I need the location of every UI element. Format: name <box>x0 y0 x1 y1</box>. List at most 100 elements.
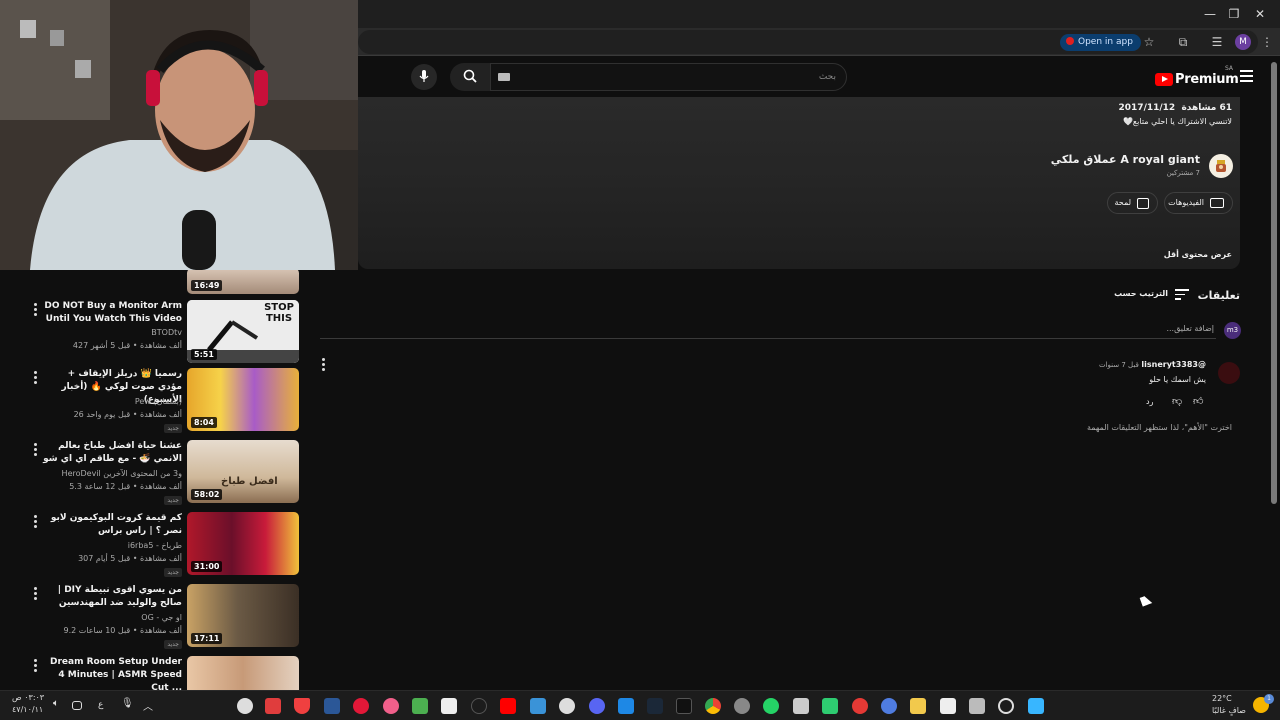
app-icon[interactable] <box>265 698 281 714</box>
volume-icon[interactable]: 🔈︎ <box>53 698 69 714</box>
app-icon[interactable] <box>294 698 310 714</box>
search-icon[interactable] <box>450 63 490 91</box>
tiktok-icon[interactable] <box>676 698 692 714</box>
more-options-icon[interactable] <box>34 443 38 458</box>
description-text: لاتنسي الاشتراك يا احلي متابع🤍 <box>1122 117 1232 126</box>
comments-notice: اخترت "الأهم"، لذا ستظهر التعليقات المهم… <box>1086 423 1232 432</box>
video-description[interactable] <box>358 97 1240 269</box>
file-explorer-icon[interactable] <box>910 698 926 714</box>
comment-input-underline <box>320 338 1216 339</box>
youtube-play-icon <box>1155 73 1173 86</box>
app-icon[interactable] <box>618 698 634 714</box>
weather-desc[interactable]: صافٍ غالبًا <box>1212 706 1246 715</box>
sidebar-video[interactable]: افضل طباخ 58:02 عشنا حياة افضل طباخ بعال… <box>0 440 310 508</box>
video-thumbnail[interactable]: 16:49 <box>187 268 299 294</box>
sidebar-video[interactable]: Dream Room Setup Under 4 Minutes | ASMR … <box>0 656 310 690</box>
bookmark-star-icon[interactable]: ☆ <box>1141 34 1157 50</box>
app-icon[interactable] <box>822 698 838 714</box>
extensions-icon[interactable]: ⧉ <box>1175 34 1191 50</box>
dislike-icon[interactable]: 👎︎ <box>1172 395 1182 407</box>
browser-menu-icon[interactable]: ⋮ <box>1259 34 1275 50</box>
weather-temp[interactable]: 22°C <box>1212 694 1232 703</box>
video-thumbnail[interactable]: افضل طباخ 58:02 <box>187 440 299 503</box>
reply-button[interactable]: رد <box>1146 397 1153 406</box>
minimize-icon[interactable]: — <box>1198 4 1222 24</box>
settings-icon[interactable] <box>559 698 575 714</box>
video-thumbnail[interactable]: 31:00 <box>187 512 299 575</box>
commenter-avatar[interactable] <box>1218 362 1240 384</box>
sort-button[interactable]: الترتيب حسب <box>1114 289 1168 298</box>
video-thumbnail[interactable]: STOP THIS 5:51 <box>187 300 299 363</box>
calculator-icon[interactable] <box>793 698 809 714</box>
person-box-icon <box>1137 198 1149 209</box>
more-options-icon[interactable] <box>34 587 38 602</box>
channel-name[interactable]: A royal giant عملاق ملكي <box>1051 153 1200 166</box>
app-icon[interactable] <box>530 698 546 714</box>
open-in-app-button[interactable]: Open in app <box>1060 34 1141 51</box>
profile-avatar[interactable]: M <box>1235 34 1251 50</box>
webcam-overlay <box>0 0 358 270</box>
app-icon[interactable] <box>324 698 340 714</box>
steam-icon[interactable] <box>647 698 663 714</box>
app-icon[interactable] <box>383 698 399 714</box>
taskbar: ٠٣:٠٣ ص ٤٧/١٠/١١ 🔈︎ ع 🎙︎ ︿ 22°C صافٍ غال… <box>0 690 1280 720</box>
sort-icon[interactable] <box>1175 289 1189 300</box>
comments-heading: تعليقات <box>1197 289 1240 302</box>
like-icon[interactable]: 👍︎ <box>1193 395 1203 407</box>
task-view-icon[interactable] <box>969 698 985 714</box>
search-taskbar-icon[interactable] <box>998 698 1014 714</box>
app-icon[interactable] <box>734 698 750 714</box>
sidebar-video[interactable]: 17:11 من يسوي اقوى نبيطة DIY | صالح والو… <box>0 584 310 652</box>
reading-list-icon[interactable]: ☰ <box>1209 34 1225 50</box>
more-options-icon[interactable] <box>34 515 38 530</box>
notepad-icon[interactable] <box>940 698 956 714</box>
videos-button[interactable]: الفيديوهات <box>1164 192 1233 214</box>
language-indicator[interactable]: ع <box>98 700 103 710</box>
description-stats: 61 مشاهدة 2017/11/12 <box>1118 103 1232 113</box>
taskbar-date[interactable]: ٤٧/١٠/١١ <box>12 705 43 714</box>
close-icon[interactable]: ✕ <box>1248 4 1272 24</box>
video-icon <box>1210 198 1224 208</box>
restore-icon[interactable]: ❐ <box>1222 4 1246 24</box>
sidebar-video[interactable]: STOP THIS 5:51 DO NOT Buy a Monitor Arm … <box>0 300 310 368</box>
discord-icon[interactable] <box>589 698 605 714</box>
app-icon[interactable] <box>237 698 253 714</box>
mouse-cursor-icon <box>1139 594 1153 607</box>
add-comment-input[interactable]: إضافة تعليق... <box>1166 324 1214 333</box>
youtube-app-icon[interactable] <box>500 698 516 714</box>
app-icon[interactable] <box>353 698 369 714</box>
page-scrollbar[interactable] <box>1271 62 1277 504</box>
video-thumbnail[interactable]: 8:04 <box>187 368 299 431</box>
sidebar-video[interactable]: 31:00 كم قيمة كروت البوكيمون لابو نصر ؟ … <box>0 512 310 580</box>
voice-search-icon[interactable] <box>411 64 437 90</box>
video-thumbnail[interactable]: 17:11 <box>187 584 299 647</box>
app-icon[interactable] <box>412 698 428 714</box>
sidebar-video[interactable]: 8:04 رسميا 👑 دريلز الإيقاف + مؤدي صوت لو… <box>0 368 310 436</box>
app-icon[interactable] <box>881 698 897 714</box>
youtube-premium-logo[interactable]: Premium SA <box>1155 65 1239 87</box>
app-icon[interactable] <box>852 698 868 714</box>
about-button[interactable]: لمحة <box>1107 192 1158 214</box>
channel-subscribers: 7 مشتركين <box>1166 169 1200 177</box>
more-options-icon[interactable] <box>34 371 38 386</box>
app-icon[interactable] <box>441 698 457 714</box>
microphone-icon[interactable]: 🎙︎ <box>121 698 137 714</box>
video-thumbnail[interactable] <box>187 656 299 690</box>
keyboard-icon[interactable] <box>498 73 510 81</box>
chrome-icon[interactable] <box>705 698 721 714</box>
windows-start-icon[interactable] <box>1028 698 1044 714</box>
whatsapp-icon[interactable] <box>763 698 779 714</box>
chevron-up-icon[interactable]: ︿ <box>143 698 159 714</box>
search-input[interactable]: بحث <box>490 63 847 91</box>
comment-header: @lisneryt3383 قبل 7 سنوات <box>1099 360 1206 369</box>
comment-kebab-icon[interactable] <box>322 358 325 371</box>
network-icon[interactable] <box>72 701 82 710</box>
app-icon[interactable] <box>471 698 487 714</box>
more-options-icon[interactable] <box>34 303 38 318</box>
more-options-icon[interactable] <box>34 659 38 674</box>
youtube-icon <box>1066 37 1074 45</box>
hamburger-menu-icon[interactable] <box>1240 70 1253 82</box>
channel-avatar[interactable] <box>1209 154 1233 178</box>
show-less-link[interactable]: عرض محتوى أقل <box>1164 250 1232 259</box>
taskbar-time[interactable]: ٠٣:٠٣ ص <box>12 693 44 702</box>
